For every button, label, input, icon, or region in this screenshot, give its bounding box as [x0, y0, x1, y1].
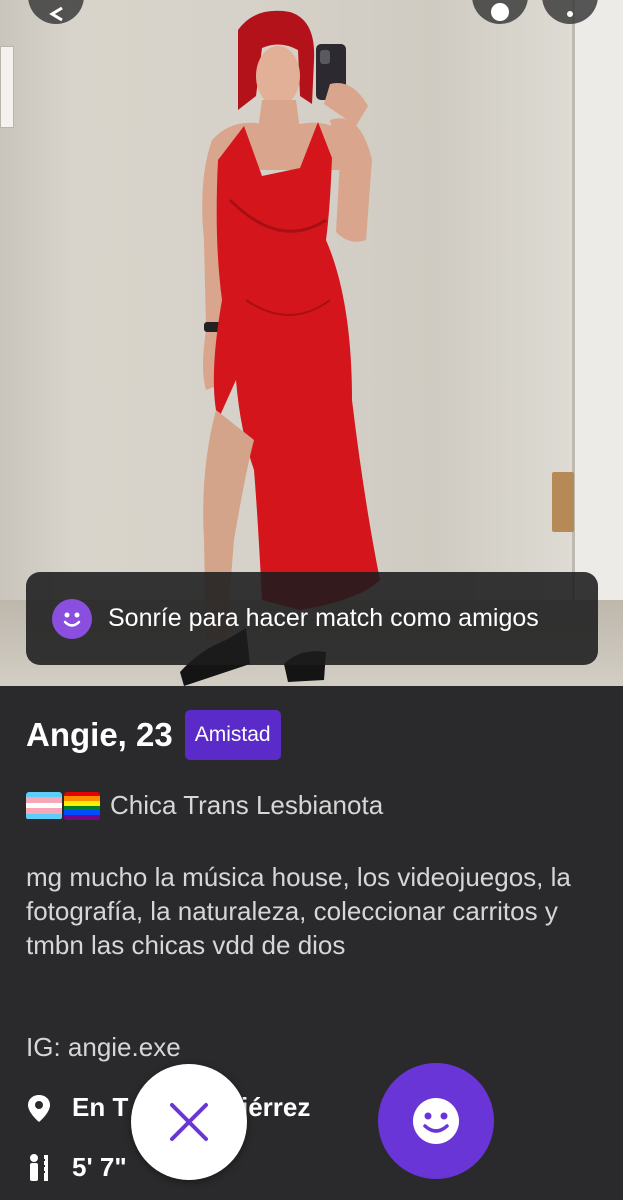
identity-text: Chica Trans Lesbianota: [110, 790, 384, 820]
mode-badge: Amistad: [184, 710, 281, 760]
profile-info: Angie, 23 Amistad Chica Trans Lesbianota…: [0, 686, 623, 1200]
identity-row: Chica Trans Lesbianota: [26, 790, 383, 821]
rainbow-pride-flag-icon: [64, 791, 100, 820]
profile-photo[interactable]: Sonríe para hacer match como amigos: [0, 0, 623, 686]
instagram-handle: IG: angie.exe: [26, 1032, 181, 1062]
profile-name-age: Angie, 23: [26, 716, 173, 753]
bio-text: mg mucho la música house, los videojuego…: [26, 862, 571, 960]
match-banner: Sonríe para hacer match como amigos: [26, 572, 598, 665]
match-banner-text: Sonríe para hacer match como amigos: [108, 604, 539, 632]
like-button[interactable]: [378, 1063, 494, 1179]
close-icon: [170, 1103, 208, 1141]
transgender-flag-icon: [26, 791, 62, 820]
smile-icon: [413, 1098, 459, 1144]
name-row: Angie, 23 Amistad: [26, 710, 281, 760]
height-text: 5' 7": [72, 1152, 127, 1182]
location-text: En T: [72, 1092, 129, 1122]
smile-icon: [52, 598, 92, 639]
pass-button[interactable]: [131, 1064, 247, 1180]
height-icon: [30, 1153, 48, 1181]
location-pin-icon: [28, 1094, 50, 1122]
height-row: 5' 7": [26, 1152, 127, 1183]
